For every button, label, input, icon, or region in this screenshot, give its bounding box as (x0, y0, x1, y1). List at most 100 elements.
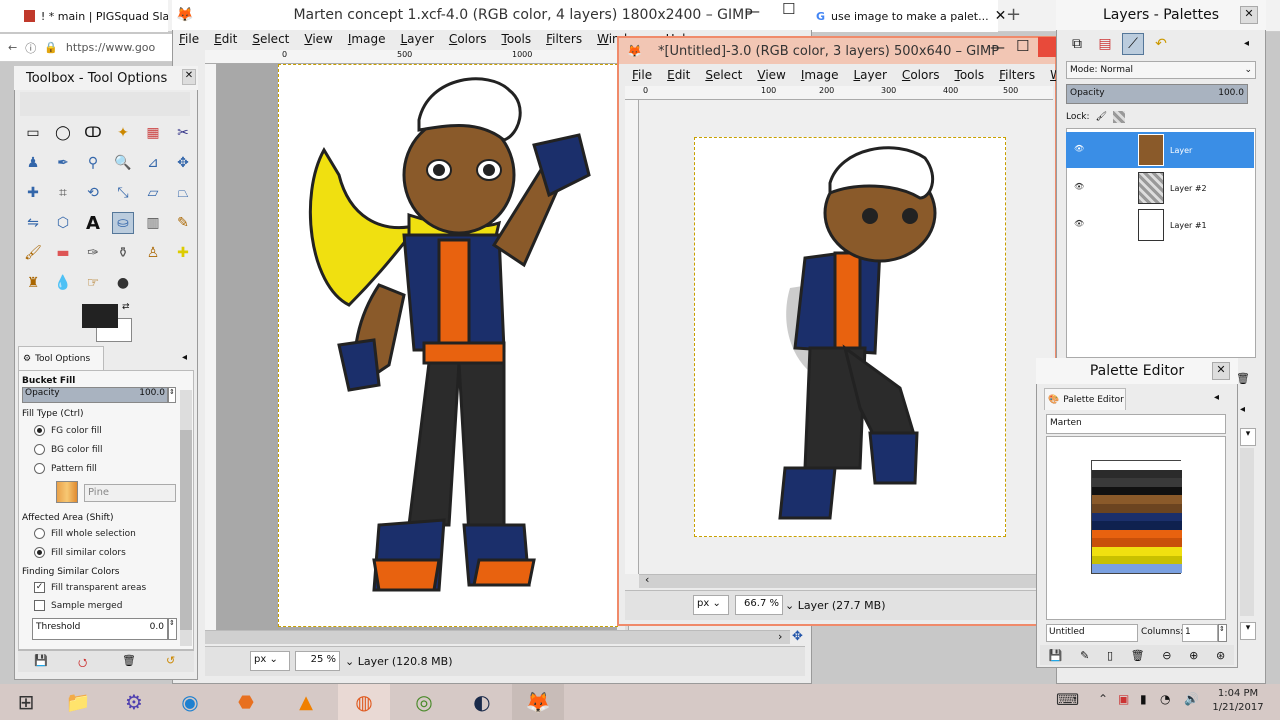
similar-colors-radio[interactable]: Fill similar colors (34, 547, 126, 558)
unit-select[interactable]: px ⌄ (693, 595, 729, 615)
paths-icon[interactable]: ✒ (52, 152, 74, 174)
perspective-icon[interactable]: ⏢ (172, 182, 194, 204)
threshold-spinner[interactable]: ⇕ (168, 618, 177, 640)
zoom-select[interactable]: 66.7 % (735, 595, 783, 615)
pattern-preview[interactable] (56, 481, 78, 503)
align-icon[interactable]: ✚ (22, 182, 44, 204)
dropdown-icon[interactable]: ▾ (1240, 622, 1256, 640)
close-icon[interactable]: ✕ (1240, 6, 1258, 24)
columns-field[interactable]: 1 (1182, 624, 1218, 642)
whole-selection-radio[interactable]: Fill whole selection (34, 528, 136, 539)
menu-image[interactable]: Image (341, 32, 394, 46)
start-icon[interactable]: ⊞ (0, 684, 52, 720)
fg-color-front[interactable] (82, 304, 118, 328)
columns-spinner[interactable]: ⇕ (1218, 624, 1227, 642)
scroll-thumb[interactable] (180, 430, 192, 630)
palette-swatch[interactable] (1092, 564, 1182, 573)
browser-tab-slack[interactable]: ! * main | PIGSquad Slack (0, 0, 168, 32)
delete-color-icon[interactable]: 🗑 (1131, 649, 1145, 662)
scroll-left-icon[interactable]: ‹ (645, 573, 649, 586)
status-chevron-icon[interactable]: ⌄ (345, 655, 358, 668)
radio-unchecked[interactable] (34, 463, 45, 474)
palette-scrollbar[interactable] (1240, 448, 1254, 616)
zoom-all-icon[interactable]: ⊛ (1216, 649, 1225, 662)
rotate-icon[interactable]: ⟲ (82, 182, 104, 204)
palette-swatches[interactable] (1091, 460, 1182, 574)
fuzzy-select-icon[interactable]: ✦ (112, 122, 134, 144)
ellipse-select-icon[interactable]: ◯ (52, 122, 74, 144)
menu-colors[interactable]: Colors (895, 68, 948, 82)
delete-options-icon[interactable]: 🗑 (122, 654, 136, 667)
reset-options-icon[interactable]: ↺ (166, 654, 175, 667)
status-chevron-icon[interactable]: ⌄ (785, 599, 798, 612)
text-icon[interactable]: A (82, 212, 104, 234)
close-tab-icon[interactable]: ✕ (995, 8, 1007, 24)
palette-swatch[interactable] (1092, 512, 1182, 522)
cage-icon[interactable]: ⬡ (52, 212, 74, 234)
clock[interactable]: 1:04 PM 1/21/2017 (1206, 687, 1270, 715)
main-hscroll[interactable] (205, 630, 790, 644)
zoom-select[interactable]: 25 % (295, 651, 340, 671)
palette-swatch[interactable] (1092, 529, 1182, 539)
chrome-icon[interactable]: ◎ (398, 684, 450, 720)
palette-swatch[interactable] (1092, 495, 1182, 504)
radio-unchecked[interactable] (34, 528, 45, 539)
restore-options-icon[interactable]: ⭯ (78, 654, 87, 673)
panel-menu-icon[interactable]: ◂ (1240, 404, 1245, 415)
flip-icon[interactable]: ⇋ (22, 212, 44, 234)
menu-layer[interactable]: Layer (846, 68, 894, 82)
layer-row[interactable]: 👁 Layer #1 (1066, 207, 1254, 243)
threshold-slider[interactable]: Threshold 0.0 (32, 618, 168, 640)
menu-edit[interactable]: Edit (207, 32, 245, 46)
menu-tools[interactable]: Tools (495, 32, 540, 46)
eye-icon[interactable]: 👁 (1074, 219, 1084, 228)
panel-menu-icon[interactable]: ◂ (1244, 38, 1249, 49)
panel-menu-icon[interactable]: ◂ (1214, 392, 1219, 403)
menu-select[interactable]: Select (245, 32, 297, 46)
eraser-icon[interactable]: ▬ (52, 242, 74, 264)
steam-icon[interactable]: ◐ (456, 684, 508, 720)
scroll-right-icon[interactable]: › (778, 630, 782, 643)
palette-swatch[interactable] (1092, 478, 1182, 487)
channels-tab-icon[interactable]: ▤ (1094, 33, 1116, 55)
layer-row[interactable]: 👁 Layer (1066, 132, 1254, 168)
menu-layer[interactable]: Layer (393, 32, 441, 46)
back-icon[interactable]: ← (8, 41, 17, 54)
menu-image[interactable]: Image (794, 68, 847, 82)
color-name-field[interactable]: Untitled (1046, 624, 1138, 642)
radio-unchecked[interactable] (34, 444, 45, 455)
network-icon[interactable]: ▣ (1118, 692, 1129, 706)
menu-edit[interactable]: Edit (660, 68, 698, 82)
gimp-taskbar-icon[interactable]: 🦊 (512, 684, 564, 720)
airbrush-icon[interactable]: ✑ (82, 242, 104, 264)
pattern-name-field[interactable]: Pine (84, 484, 176, 502)
info-icon[interactable]: ⓘ (25, 40, 36, 56)
palette-swatch[interactable] (1092, 555, 1182, 565)
panel-menu-icon[interactable]: ◂ (182, 352, 187, 363)
rect-select-icon[interactable]: ▭ (22, 122, 44, 144)
paths-tab-icon[interactable]: ⟋ (1122, 33, 1144, 55)
menu-select[interactable]: Select (698, 68, 750, 82)
minimize-button[interactable]: — (745, 2, 760, 20)
pattern-fill-radio[interactable]: Pattern fill (34, 463, 97, 474)
fill-transparent-checkbox[interactable]: ✓ Fill transparent areas (34, 582, 146, 593)
palette-swatch[interactable] (1092, 461, 1182, 470)
maximize-button[interactable]: ☐ (782, 0, 795, 18)
foreground-select-icon[interactable]: ♟ (22, 152, 44, 174)
close-icon[interactable]: ✕ (182, 69, 196, 85)
fg-fill-radio[interactable]: FG color fill (34, 425, 102, 436)
tray-expand-icon[interactable]: ⌃ (1098, 692, 1108, 706)
shear-icon[interactable]: ▱ (142, 182, 164, 204)
smudge-icon[interactable]: ☞ (82, 272, 104, 294)
blur-icon[interactable]: 💧 (52, 272, 74, 294)
minimize-button[interactable]: — (990, 38, 1005, 56)
eye-icon[interactable]: 👁 (1074, 182, 1084, 191)
second-canvas[interactable] (694, 137, 1006, 537)
palette-swatch[interactable] (1092, 503, 1182, 513)
opacity-spinner[interactable]: ⇕ (168, 387, 176, 403)
undo-tab-icon[interactable]: ↶ (1150, 33, 1172, 55)
zoom-in-icon[interactable]: ⊕ (1189, 649, 1198, 662)
browser-tab-palette[interactable]: G use image to make a palet... ✕ (810, 0, 1006, 32)
lasso-icon[interactable]: ↀ (82, 122, 104, 144)
zoom-out-icon[interactable]: ⊖ (1162, 649, 1171, 662)
